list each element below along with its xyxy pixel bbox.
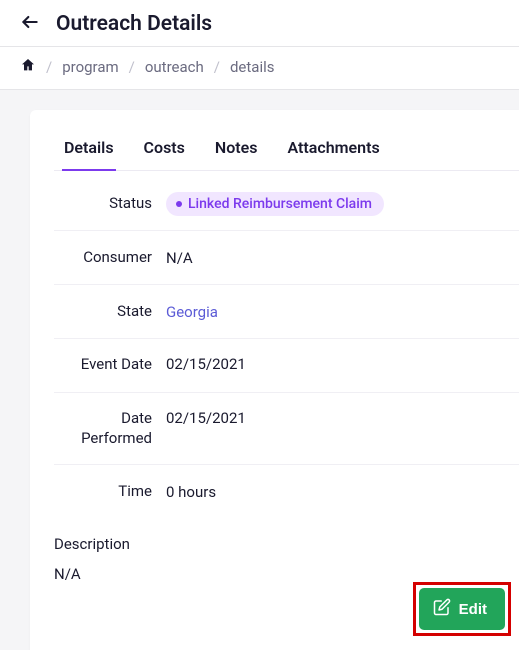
- breadcrumb-separator: /: [214, 58, 220, 76]
- tab-costs[interactable]: Costs: [142, 134, 187, 171]
- row-date-performed: Date Performed 02/15/2021: [54, 393, 519, 465]
- row-consumer: Consumer N/A: [54, 231, 519, 285]
- edit-button[interactable]: Edit: [419, 588, 505, 630]
- tab-bar: Details Costs Notes Attachments: [54, 134, 519, 171]
- top-bar: Outreach Details: [0, 0, 519, 47]
- time-value: 0 hours: [166, 483, 216, 501]
- row-event-date: Event Date 02/15/2021: [54, 339, 519, 393]
- breadcrumb-item-program[interactable]: program: [62, 58, 118, 76]
- consumer-value: N/A: [166, 249, 193, 267]
- description-label: Description: [54, 535, 519, 553]
- breadcrumb-item-outreach[interactable]: outreach: [145, 58, 204, 76]
- state-label: State: [54, 302, 166, 322]
- tab-attachments[interactable]: Attachments: [285, 134, 381, 171]
- time-label: Time: [54, 482, 166, 502]
- details-card: Details Costs Notes Attachments Status L…: [30, 110, 519, 650]
- row-time: Time 0 hours: [54, 465, 519, 519]
- edit-button-label: Edit: [459, 601, 487, 618]
- breadcrumb-item-details[interactable]: details: [230, 58, 275, 76]
- page-title: Outreach Details: [56, 12, 212, 36]
- details-list: Status Linked Reimbursement Claim Consum…: [54, 177, 519, 519]
- tab-notes[interactable]: Notes: [213, 134, 260, 171]
- description-value: N/A: [54, 565, 519, 583]
- breadcrumb: / program / outreach / details: [0, 47, 519, 90]
- consumer-label: Consumer: [54, 248, 166, 268]
- edit-icon: [433, 598, 451, 620]
- tab-details[interactable]: Details: [62, 134, 116, 171]
- status-value: Linked Reimbursement Claim: [166, 192, 384, 216]
- status-badge: Linked Reimbursement Claim: [166, 192, 384, 216]
- event-date-value: 02/15/2021: [166, 355, 246, 373]
- status-label: Status: [54, 194, 166, 214]
- status-badge-text: Linked Reimbursement Claim: [188, 196, 372, 212]
- row-state: State Georgia: [54, 285, 519, 339]
- date-performed-label: Date Performed: [54, 409, 166, 448]
- dot-icon: [176, 201, 182, 207]
- edit-highlight: Edit: [413, 582, 511, 636]
- row-status: Status Linked Reimbursement Claim: [54, 177, 519, 231]
- back-arrow-icon[interactable]: [20, 12, 40, 36]
- home-icon[interactable]: [20, 57, 36, 77]
- description-block: Description N/A: [54, 519, 519, 583]
- date-performed-value: 02/15/2021: [166, 409, 246, 427]
- state-value[interactable]: Georgia: [166, 303, 218, 321]
- event-date-label: Event Date: [54, 355, 166, 375]
- breadcrumb-separator: /: [46, 58, 52, 76]
- breadcrumb-separator: /: [129, 58, 135, 76]
